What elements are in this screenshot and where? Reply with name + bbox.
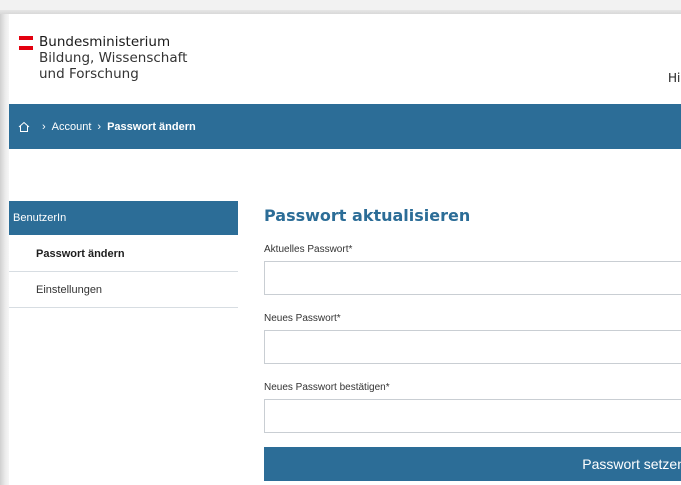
logo-line-1: Bundesministerium	[39, 34, 171, 50]
logo-line-2: Bildung, Wissenschaft	[39, 50, 188, 66]
sidebar-item-label: Passwort ändern	[36, 247, 125, 260]
set-password-button[interactable]: Passwort setzen	[264, 447, 681, 481]
current-password-input[interactable]	[264, 261, 681, 295]
logo-line-3: und Forschung	[39, 66, 139, 82]
breadcrumb-current: Passwort ändern	[107, 120, 196, 133]
confirm-password-label: Neues Passwort bestätigen*	[264, 382, 390, 393]
breadcrumb-bar: › Account › Passwort ändern	[9, 104, 681, 149]
breadcrumb-separator-icon: ›	[42, 120, 46, 133]
breadcrumb-separator-icon: ›	[97, 120, 102, 133]
austria-flag-icon	[19, 36, 33, 50]
logo-text: Bundesministerium Bildung, Wissenschaft …	[39, 34, 259, 82]
page-title: Passwort aktualisieren	[264, 206, 471, 225]
set-password-button-label: Passwort setzen	[582, 456, 681, 472]
sidebar-item-passwort-aendern[interactable]: Passwort ändern	[9, 236, 238, 272]
sidebar-item-einstellungen[interactable]: Einstellungen	[9, 272, 238, 308]
new-password-label: Neues Passwort*	[264, 313, 341, 324]
breadcrumb-account[interactable]: Account	[52, 121, 92, 133]
confirm-password-input[interactable]	[264, 399, 681, 433]
home-icon[interactable]	[18, 121, 30, 133]
window-left-edge	[0, 14, 9, 485]
current-password-label: Aktuelles Passwort*	[264, 244, 353, 255]
header-link[interactable]: Hi	[668, 71, 680, 85]
new-password-input[interactable]	[264, 330, 681, 364]
sidebar-heading: BenutzerIn	[9, 201, 238, 235]
sidebar-item-label: Einstellungen	[36, 283, 103, 296]
breadcrumb: › Account › Passwort ändern	[18, 104, 196, 149]
window-top-edge	[0, 0, 681, 14]
